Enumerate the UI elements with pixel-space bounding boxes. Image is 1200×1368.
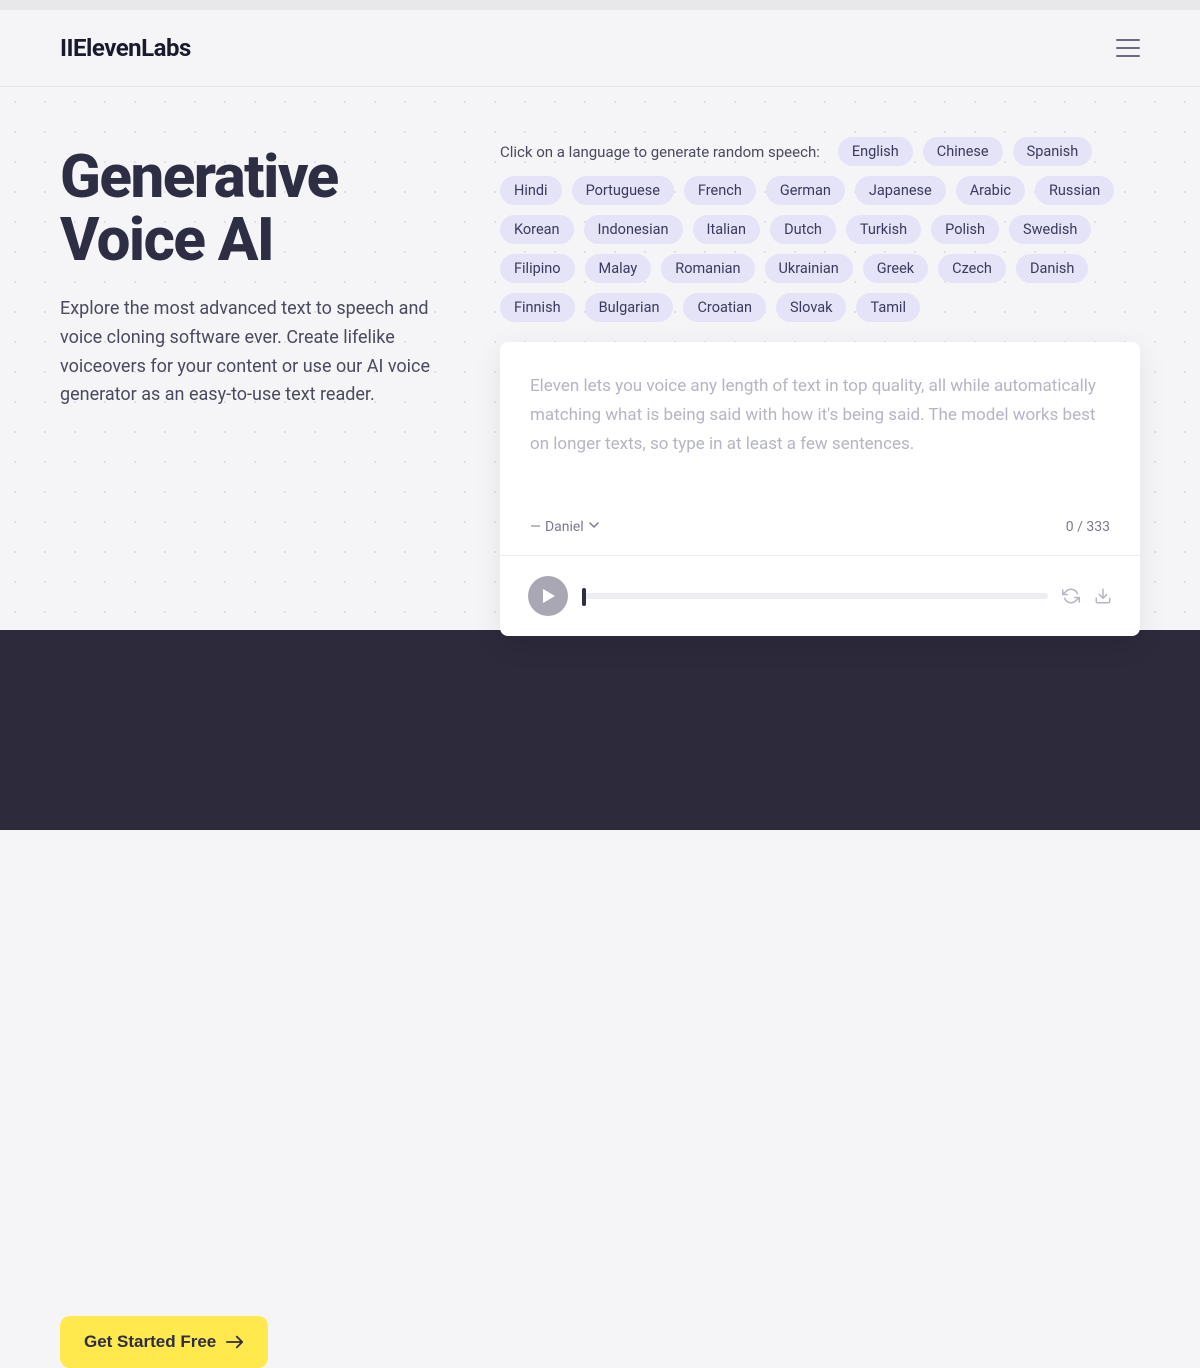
language-pill[interactable]: Chinese <box>923 137 1003 166</box>
language-pill[interactable]: Hindi <box>500 176 562 205</box>
tts-panel: Eleven lets you voice any length of text… <box>500 342 1140 636</box>
language-pill[interactable]: Ukrainian <box>765 254 853 283</box>
language-pill[interactable]: Korean <box>500 215 574 244</box>
language-pill[interactable]: Italian <box>693 215 761 244</box>
language-pill[interactable]: Filipino <box>500 254 575 283</box>
language-pill[interactable]: Swedish <box>1009 215 1091 244</box>
character-count: 0 / 333 <box>1066 519 1110 535</box>
language-pill[interactable]: Malay <box>585 254 652 283</box>
get-started-button[interactable]: Get Started Free <box>60 1316 268 1368</box>
arrow-right-icon <box>226 1335 244 1349</box>
language-pill[interactable]: English <box>838 137 913 166</box>
play-icon <box>542 589 556 603</box>
language-prompt: Click on a language to generate random s… <box>500 143 820 161</box>
language-pill[interactable]: Greek <box>863 254 928 283</box>
voice-name: Daniel <box>545 519 584 535</box>
language-pill[interactable]: Polish <box>931 215 999 244</box>
language-pill[interactable]: Arabic <box>956 176 1025 205</box>
progress-thumb[interactable] <box>582 588 586 606</box>
language-pill[interactable]: Bulgarian <box>585 293 674 322</box>
loop-icon[interactable] <box>1062 587 1080 605</box>
language-pill[interactable]: Portuguese <box>572 176 674 205</box>
language-pill[interactable]: French <box>684 176 756 205</box>
hero-subtitle: Explore the most advanced text to speech… <box>60 295 450 410</box>
language-pill[interactable]: Danish <box>1016 254 1088 283</box>
language-pill[interactable]: Croatian <box>683 293 766 322</box>
text-placeholder: Eleven lets you voice any length of text… <box>530 372 1110 459</box>
hero-title: Generative Voice AI <box>60 145 450 271</box>
voice-selector[interactable]: — Daniel <box>530 519 600 535</box>
panel-meta: — Daniel 0 / 333 <box>500 479 1140 555</box>
main-content: Generative Voice AI Explore the most adv… <box>0 87 1200 636</box>
logo[interactable]: IIElevenLabs <box>60 34 191 62</box>
chevron-down-icon <box>588 519 600 535</box>
language-pill[interactable]: German <box>766 176 845 205</box>
text-input-area[interactable]: Eleven lets you voice any length of text… <box>500 342 1140 479</box>
language-pill[interactable]: Tamil <box>856 293 920 322</box>
language-pill[interactable]: Russian <box>1035 176 1114 205</box>
hamburger-menu-icon[interactable] <box>1116 39 1140 57</box>
cta-label: Get Started Free <box>84 1332 216 1352</box>
language-pill[interactable]: Finnish <box>500 293 575 322</box>
language-pill[interactable]: Turkish <box>846 215 921 244</box>
language-selector: Click on a language to generate random s… <box>500 137 1140 322</box>
site-header: IIElevenLabs <box>0 10 1200 87</box>
demo-section: Click on a language to generate random s… <box>500 137 1140 636</box>
play-button[interactable] <box>528 576 568 616</box>
dark-footer-band <box>0 630 1200 830</box>
language-pill[interactable]: Romanian <box>661 254 754 283</box>
progress-slider[interactable] <box>582 593 1048 599</box>
hero-section: Generative Voice AI Explore the most adv… <box>60 137 450 636</box>
language-pill[interactable]: Indonesian <box>584 215 683 244</box>
download-icon[interactable] <box>1094 587 1112 605</box>
language-pill[interactable]: Japanese <box>855 176 946 205</box>
language-pill[interactable]: Spanish <box>1013 137 1093 166</box>
language-pill[interactable]: Slovak <box>776 293 846 322</box>
voice-prefix: — <box>530 519 541 535</box>
language-pill[interactable]: Dutch <box>770 215 836 244</box>
audio-player <box>500 555 1140 636</box>
browser-top-bar <box>0 0 1200 10</box>
language-pill[interactable]: Czech <box>938 254 1006 283</box>
